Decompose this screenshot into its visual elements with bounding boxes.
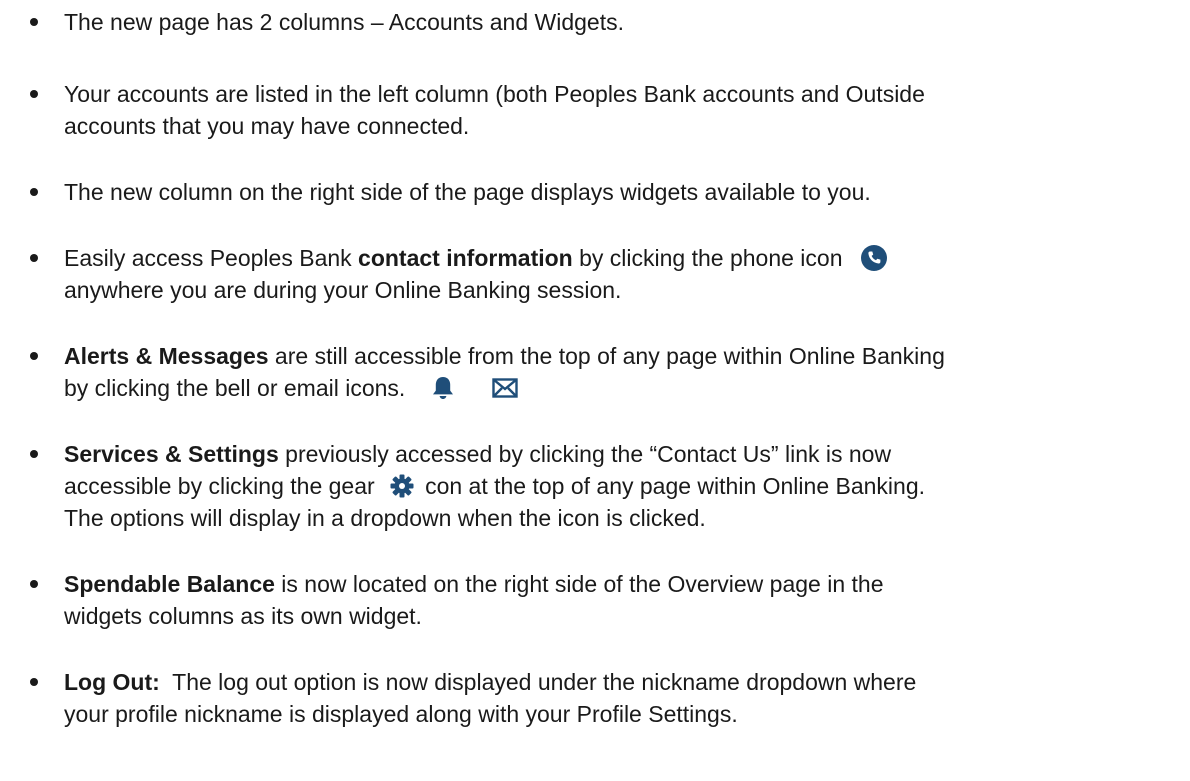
bullet-line: accounts that you may have connected. (64, 113, 470, 139)
bullet-item: The new column on the right side of the … (30, 176, 1164, 208)
bullet-dot (30, 580, 38, 588)
bullet-dot (30, 450, 38, 458)
text-run: previously accessed by clicking the “Con… (278, 441, 892, 467)
text-run: Easily access Peoples Bank (64, 245, 359, 271)
bullet-item: Easily access Peoples Bank contact infor… (30, 242, 1164, 306)
bold-term: Log Out: (64, 669, 160, 695)
bold-term: Alerts & Messages (64, 343, 269, 369)
text-run: are still accessible from the top of any… (268, 343, 945, 369)
gear-icon (389, 473, 415, 499)
bullet-item: Alerts & Messages are still accessible f… (30, 340, 1164, 404)
bullet-item: Spendable Balance is now located on the … (30, 568, 1164, 632)
bullet-dot (30, 188, 38, 196)
text-run: The log out option is now displayed unde… (159, 669, 917, 695)
bullet-dot (30, 352, 38, 360)
bullet-dot (30, 18, 38, 26)
bullet-line: Easily access Peoples Bank contact infor… (64, 242, 1164, 274)
bullet-line: The new column on the right side of the … (64, 179, 871, 205)
bullet-line: Spendable Balance is now located on the … (64, 568, 1164, 600)
bullet-line: Alerts & Messages are still accessible f… (64, 340, 1164, 372)
bullet-line: accessible by clicking the gear con at t… (64, 470, 1164, 502)
bullet-item: Your accounts are listed in the left col… (30, 78, 1164, 142)
document: The new page has 2 columns – Accounts an… (0, 0, 1190, 781)
bullet-dot (30, 90, 38, 98)
text-run: accessible by clicking the gear (64, 473, 375, 499)
bullet-item: Services & Settings previously accessed … (30, 438, 1164, 534)
text-run: by clicking the bell or email icons. (64, 375, 406, 401)
bullet-line: Services & Settings previously accessed … (64, 438, 1164, 470)
text-run: by clicking the phone icon (572, 245, 843, 271)
text-run: con at the top of any page within Online… (425, 473, 926, 499)
bullet-item: Log Out: The log out option is now displ… (30, 666, 1164, 730)
bold-term: contact information (358, 245, 573, 271)
bullet-dot (30, 678, 38, 686)
envelope-icon (492, 378, 518, 398)
bold-term: Spendable Balance (64, 571, 275, 597)
bullet-line: anywhere you are during your Online Bank… (64, 277, 622, 303)
bullet-line: The options will display in a dropdown w… (64, 505, 706, 531)
bullet-line: Your accounts are listed in the left col… (64, 81, 925, 107)
bullet-line: widgets columns as its own widget. (64, 603, 422, 629)
bullet-item: The new page has 2 columns – Accounts an… (30, 6, 1164, 38)
bullet-line: by clicking the bell or email icons. (64, 372, 1164, 404)
bullet-dot (30, 254, 38, 262)
bullet-line: Log Out: The log out option is now displ… (64, 666, 1164, 698)
bold-term: Services & Settings (64, 441, 279, 467)
bullet-line: your profile nickname is displayed along… (64, 701, 738, 727)
text-run: is now located on the right side of the … (274, 571, 884, 597)
phone-icon (860, 244, 887, 271)
bullet-line: The new page has 2 columns – Accounts an… (64, 9, 624, 35)
bell-icon (430, 375, 456, 401)
